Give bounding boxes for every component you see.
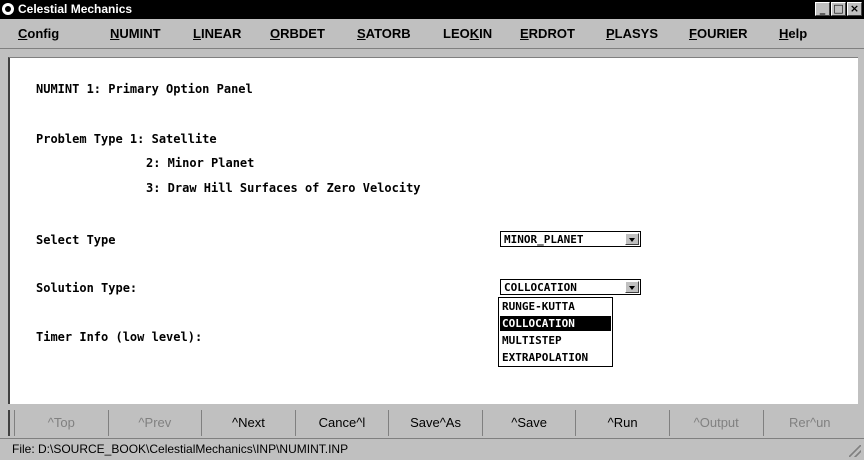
menu-satorb[interactable]: SATORB: [357, 26, 411, 41]
solution-type-label: Solution Type:: [36, 281, 138, 295]
menu-label: LINEAR: [193, 26, 242, 41]
problem-type-option-2: 2: Minor Planet: [146, 156, 255, 170]
maximize-button[interactable]: □: [831, 2, 846, 16]
menu-numint[interactable]: NUMINT: [110, 26, 161, 41]
menu-leokin[interactable]: LEOKIN: [443, 26, 492, 41]
problem-type-label: Problem Type 1: Satellite: [36, 132, 217, 146]
output-button[interactable]: ^Output: [668, 410, 763, 436]
solution-type-dropdown: RUNGE-KUTTA COLLOCATION MULTISTEP EXTRAP…: [498, 297, 613, 367]
rerun-button[interactable]: Rer^un: [762, 410, 857, 436]
app-icon: [2, 3, 14, 15]
close-button[interactable]: ×: [847, 2, 862, 16]
menu-label: ORBDET: [270, 26, 325, 41]
solution-type-value: COLLOCATION: [504, 281, 577, 294]
timer-info-label: Timer Info (low level):: [36, 330, 203, 344]
select-type-value: MINOR_PLANET: [504, 233, 584, 246]
problem-type-option-3: 3: Draw Hill Surfaces of Zero Velocity: [146, 181, 421, 195]
menu-fourier[interactable]: FOURIER: [689, 26, 748, 41]
run-button[interactable]: ^Run: [575, 410, 669, 436]
dropdown-option[interactable]: MULTISTEP: [500, 333, 611, 348]
top-button[interactable]: ^Top: [14, 410, 108, 436]
file-path-status: File: D:\SOURCE_BOOK\CelestialMechanics\…: [12, 442, 349, 456]
window-title: Celestial Mechanics: [18, 2, 133, 16]
chevron-down-icon[interactable]: [625, 281, 639, 293]
menu-label: NUMINT: [110, 26, 161, 41]
menu-label: PLASYS: [606, 26, 659, 41]
save-button[interactable]: ^Save: [481, 410, 576, 436]
menu-label: SATORB: [357, 26, 411, 41]
chevron-down-icon[interactable]: [625, 233, 639, 245]
title-bar: Celestial Mechanics _ □ ×: [0, 0, 864, 19]
next-button[interactable]: ^Next: [201, 410, 295, 436]
select-type-combo[interactable]: MINOR_PLANET: [500, 231, 641, 247]
resize-grip-icon[interactable]: [849, 445, 861, 457]
panel-heading: NUMINT 1: Primary Option Panel: [36, 82, 253, 96]
save-as-button[interactable]: Save^As: [388, 410, 482, 436]
menu-label: ERDROT: [520, 26, 575, 41]
dropdown-option[interactable]: RUNGE-KUTTA: [500, 299, 611, 314]
menu-label: Help: [779, 26, 808, 41]
menu-help[interactable]: Help: [779, 26, 807, 41]
dropdown-option[interactable]: EXTRAPOLATION: [500, 350, 611, 365]
menu-label: Config: [18, 26, 60, 41]
solution-type-combo[interactable]: COLLOCATION: [500, 279, 641, 295]
select-type-label: Select Type: [36, 233, 116, 247]
option-panel: NUMINT 1: Primary Option Panel Problem T…: [8, 57, 858, 404]
minimize-button[interactable]: _: [815, 2, 830, 16]
menu-erdrot[interactable]: ERDROT: [520, 26, 575, 41]
window-controls: _ □ ×: [815, 2, 862, 16]
menu-orbdet[interactable]: ORBDET: [270, 26, 325, 41]
command-button-bar: ^Top ^Prev ^Next Cance^l Save^As ^Save ^…: [8, 410, 856, 436]
menu-label: LEOKIN: [443, 26, 493, 41]
menu-plasys[interactable]: PLASYS: [606, 26, 658, 41]
dropdown-option-selected[interactable]: COLLOCATION: [500, 316, 611, 331]
menu-linear[interactable]: LINEAR: [193, 26, 241, 41]
menu-bar: Config NUMINT LINEAR ORBDET SATORB LEOKI…: [0, 19, 864, 49]
status-bar: File: D:\SOURCE_BOOK\CelestialMechanics\…: [0, 438, 864, 460]
menu-label: FOURIER: [689, 26, 748, 41]
cancel-button[interactable]: Cance^l: [294, 410, 389, 436]
prev-button[interactable]: ^Prev: [107, 410, 202, 436]
menu-config[interactable]: Config: [18, 26, 59, 41]
